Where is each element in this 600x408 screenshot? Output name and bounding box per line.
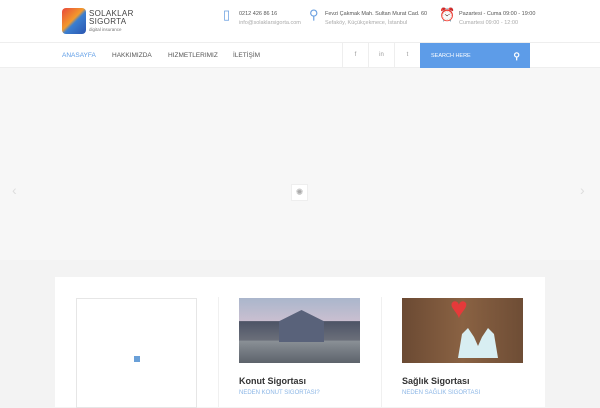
slider-prev-button[interactable]: ‹ [12, 182, 17, 198]
clock-icon: ⏰ [439, 7, 456, 22]
card-title-saglik: Sağlık Sigortası [402, 376, 470, 386]
main-nav: ANASAYFA HAKKIMIZDA HIZMETLERIMIZ İLETİŞ… [0, 42, 600, 69]
header: SOLAKLAR SIGORTA digital insurance ▯ 021… [0, 0, 600, 42]
image-placeholder [76, 298, 197, 408]
logo-line2: SIGORTA [89, 17, 127, 26]
house-image [239, 298, 360, 363]
card-link-saglik[interactable]: NEDEN SAĞLIK SIGORTASI [402, 390, 480, 396]
broken-image-icon [134, 356, 140, 362]
loading-spinner-icon: ✺ [291, 184, 308, 201]
divider [218, 297, 219, 407]
hours-weekday: Pazartesi - Cuma 09:00 - 19:00 [459, 11, 536, 17]
address-line2: Sefaköy, Küçükçekmece, İstanbul [325, 20, 408, 26]
phone-icon: ▯ [223, 7, 231, 22]
logo-mark-icon [62, 8, 86, 34]
services-section: Konut Sigortası NEDEN KONUT SIGORTASI? S… [55, 277, 545, 408]
location-pin-icon: ⚲ [309, 7, 319, 22]
contact-phone: ▯ 0212 426 86 16 info@solaklarsigorta.co… [223, 8, 301, 28]
health-image [402, 292, 523, 363]
search-icon[interactable]: ⚲ [513, 43, 520, 69]
phone-text: 0212 426 86 16 [239, 11, 278, 17]
slider-next-button[interactable]: › [580, 182, 585, 198]
nav-item-hizmetlerimiz[interactable]: HIZMETLERIMIZ [168, 52, 218, 59]
nav-item-anasayfa[interactable]: ANASAYFA [62, 52, 96, 59]
nav-item-hakkimizda[interactable]: HAKKIMIZDA [112, 52, 152, 59]
logo[interactable]: SOLAKLAR SIGORTA digital insurance [62, 8, 142, 36]
hero-slider: ‹ › ✺ [0, 68, 600, 260]
hours-saturday: Cumartesi 09:00 - 12:00 [459, 20, 519, 26]
logo-tagline: digital insurance [89, 27, 122, 32]
contact-address: ⚲ Fevzi Çakmak Mah. Sultan Murat Cad. 60… [309, 8, 428, 28]
divider [381, 297, 382, 407]
search-input[interactable]: SEARCH HERE ⚲ [420, 43, 530, 69]
card-title-konut: Konut Sigortası [239, 376, 306, 386]
linkedin-icon[interactable]: in [368, 43, 394, 68]
email-text[interactable]: info@solaklarsigorta.com [239, 19, 301, 28]
contact-hours: ⏰ Pazartesi - Cuma 09:00 - 19:00 Cumarte… [439, 8, 536, 28]
card-link-konut[interactable]: NEDEN KONUT SIGORTASI? [239, 390, 320, 396]
address-line1: Fevzi Çakmak Mah. Sultan Murat Cad. 60 [325, 11, 428, 17]
facebook-icon[interactable]: f [342, 43, 368, 68]
twitter-icon[interactable]: t [394, 43, 420, 68]
nav-item-iletisim[interactable]: İLETİŞİM [233, 52, 260, 59]
search-placeholder: SEARCH HERE [431, 53, 471, 59]
